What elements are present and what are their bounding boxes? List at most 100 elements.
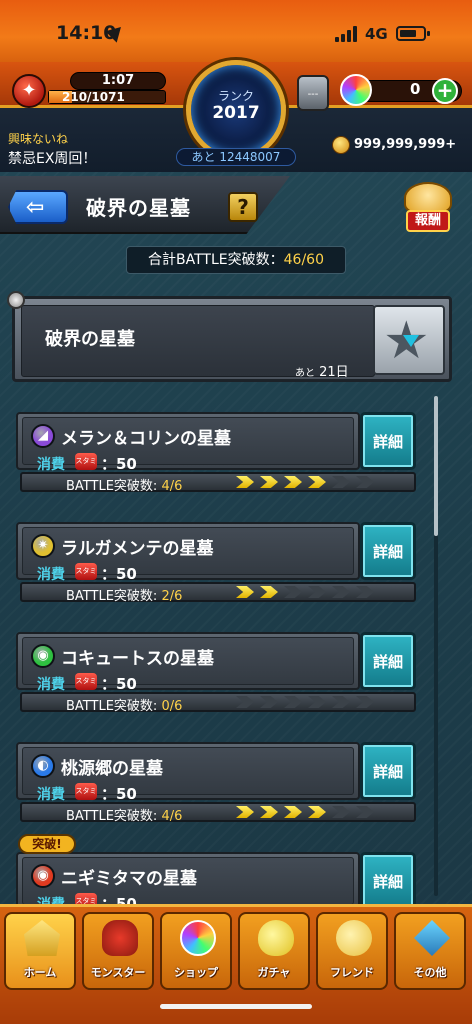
stage-progress-label: BATTLE突破数: 2/6 [66,589,183,604]
reward-button[interactable]: 報酬 [398,180,458,236]
event-panel[interactable]: 破界の星墓 あと 21日 ★ [7,291,452,382]
nav-label: ホーム [23,966,57,979]
event-star-icon: ★ [373,305,445,375]
nav-label: ガチャ [257,966,291,979]
stage-progress-label: BATTLE突破数: 0/6 [66,699,183,714]
rank-badge[interactable]: ランク 2017 [186,60,286,160]
nav-gacha-egg[interactable]: ガチャ [238,912,310,990]
nav-shop-orb[interactable]: ショップ [160,912,232,990]
network-type: 4G [365,25,388,43]
progress-chevron [356,476,374,488]
stage-cost-value: ：50 [101,785,137,803]
progress-chevron [308,586,326,598]
stage-inner: ◢ メラン＆コリンの星墓消費スタミナ：50 [22,417,354,482]
nav-label: ショップ [174,966,218,979]
detail-button[interactable]: 詳細 [360,852,416,910]
stamina-icon: ✦ [12,74,46,108]
gacha-egg-icon [258,920,294,956]
nav-label: その他 [413,966,447,979]
progress-chevron [332,586,350,598]
stage-card[interactable]: ◉ コキュートスの星墓消費スタミナ：50 BATTLE突破数: 0/6 詳細 [16,632,416,714]
shop-orb-icon [180,920,216,956]
nav-home[interactable]: ホーム [4,912,76,990]
progress-chevron [356,696,374,708]
orb-icon [340,74,372,106]
element-wood-icon: ◉ [31,644,55,668]
stage-name: 桃源郷の星墓 [61,759,163,779]
coin-count: 999,999,999+ [354,137,457,152]
stage-inner: ◉ コキュートスの星墓消費スタミナ：50 [22,637,354,702]
stage-main[interactable]: ◉ニギミタマの星墓消費スタミナ：50 [16,852,360,922]
nav-friend[interactable]: フレンド [316,912,388,990]
progress-chevron [332,696,350,708]
stage-main[interactable]: ◐ 桃源郷の星墓消費スタミナ：50 [16,742,360,812]
monster-icon [102,920,138,956]
rank-value: 2017 [212,103,260,123]
stage-inner: ✷ ラルガメンテの星墓消費スタミナ：50 [22,527,354,592]
detail-button[interactable]: 詳細 [360,522,416,580]
panel-rivet-icon [7,291,25,309]
progress-chevron [284,696,302,708]
monster-box-icon[interactable]: --- [297,75,329,111]
event-remaining: あと 21日 [295,365,349,380]
breakthrough-badge: 突破! [18,834,76,854]
progress-chevron [308,476,326,488]
stage-main[interactable]: ◢ メラン＆コリンの星墓消費スタミナ：50 [16,412,360,482]
nav-monster[interactable]: モンスター [82,912,154,990]
total-value: 46/60 [283,252,324,268]
rank-next-exp: あと 12448007 [176,148,296,166]
nav-other[interactable]: その他 [394,912,466,990]
stage-progress: BATTLE突破数: 0/6 [20,692,416,714]
detail-button[interactable]: 詳細 [360,412,416,470]
add-orb-button[interactable]: + [432,78,458,104]
reward-label: 報酬 [406,210,450,232]
player-message-line1: 興味ないね [8,132,69,146]
stage-cost-value: ：50 [101,565,137,583]
stage-name: ラルガメンテの星墓 [61,539,214,559]
stage-main[interactable]: ✷ ラルガメンテの星墓消費スタミナ：50 [16,522,360,592]
stage-card[interactable]: ✷ ラルガメンテの星墓消費スタミナ：50 BATTLE突破数: 2/6 詳細 [16,522,416,604]
progress-chevron [356,806,374,818]
nav-label: モンスター [90,966,146,979]
progress-chevrons [236,586,386,598]
stage-inner: ◉ニギミタマの星墓消費スタミナ：50 [22,857,354,922]
event-name: 破界の星墓 [45,329,135,350]
total-label: 合計BATTLE突破数： [148,252,284,268]
scroll-thumb[interactable] [434,396,438,536]
stage-progress: BATTLE突破数: 4/6 [20,802,416,824]
scrollbar[interactable] [434,396,438,896]
rank-label: ランク [217,89,254,103]
element-fire-icon: ◉ [31,864,55,888]
help-button[interactable]: ? [228,192,258,222]
app-screen: 14:10 4G ✦ 1:07 210/1071 ランク 2017 あと 124… [0,0,472,1024]
home-indicator [160,1004,312,1009]
back-button[interactable]: ⇦ [8,190,68,224]
progress-chevron [260,696,278,708]
total-battle-count: 合計BATTLE突破数：46/60 [126,246,346,274]
progress-chevron [308,696,326,708]
stage-card[interactable]: ◐ 桃源郷の星墓消費スタミナ：50 BATTLE突破数: 4/6 詳細 [16,742,416,824]
progress-chevrons [236,696,386,708]
signal-icon [335,26,359,42]
detail-button[interactable]: 詳細 [360,742,416,800]
stage-main[interactable]: ◉ コキュートスの星墓消費スタミナ：50 [16,632,360,702]
stage-card[interactable]: ◢ メラン＆コリンの星墓消費スタミナ：50 BATTLE突破数: 4/6 詳細 [16,412,416,494]
status-bar: 14:10 4G [0,0,472,62]
progress-chevron [284,476,302,488]
detail-button[interactable]: 詳細 [360,632,416,690]
progress-chevron [236,806,254,818]
progress-chevron [260,476,278,488]
stage-cost-value: ：50 [101,455,137,473]
orb-count: 0 [410,80,421,98]
stamina-value: 210/1071 [62,90,125,104]
element-dark-icon: ◢ [31,424,55,448]
stage-cost-label: 消費 [37,567,65,583]
stage-progress-label: BATTLE突破数: 4/6 [66,809,183,824]
stamina-timer: 1:07 [70,72,166,90]
element-water-icon: ◐ [31,754,55,778]
stage-name: メラン＆コリンの星墓 [61,429,231,449]
progress-chevron [260,806,278,818]
stamina-badge-icon: スタミナ [75,453,97,482]
progress-chevron [308,806,326,818]
stage-inner: ◐ 桃源郷の星墓消費スタミナ：50 [22,747,354,812]
